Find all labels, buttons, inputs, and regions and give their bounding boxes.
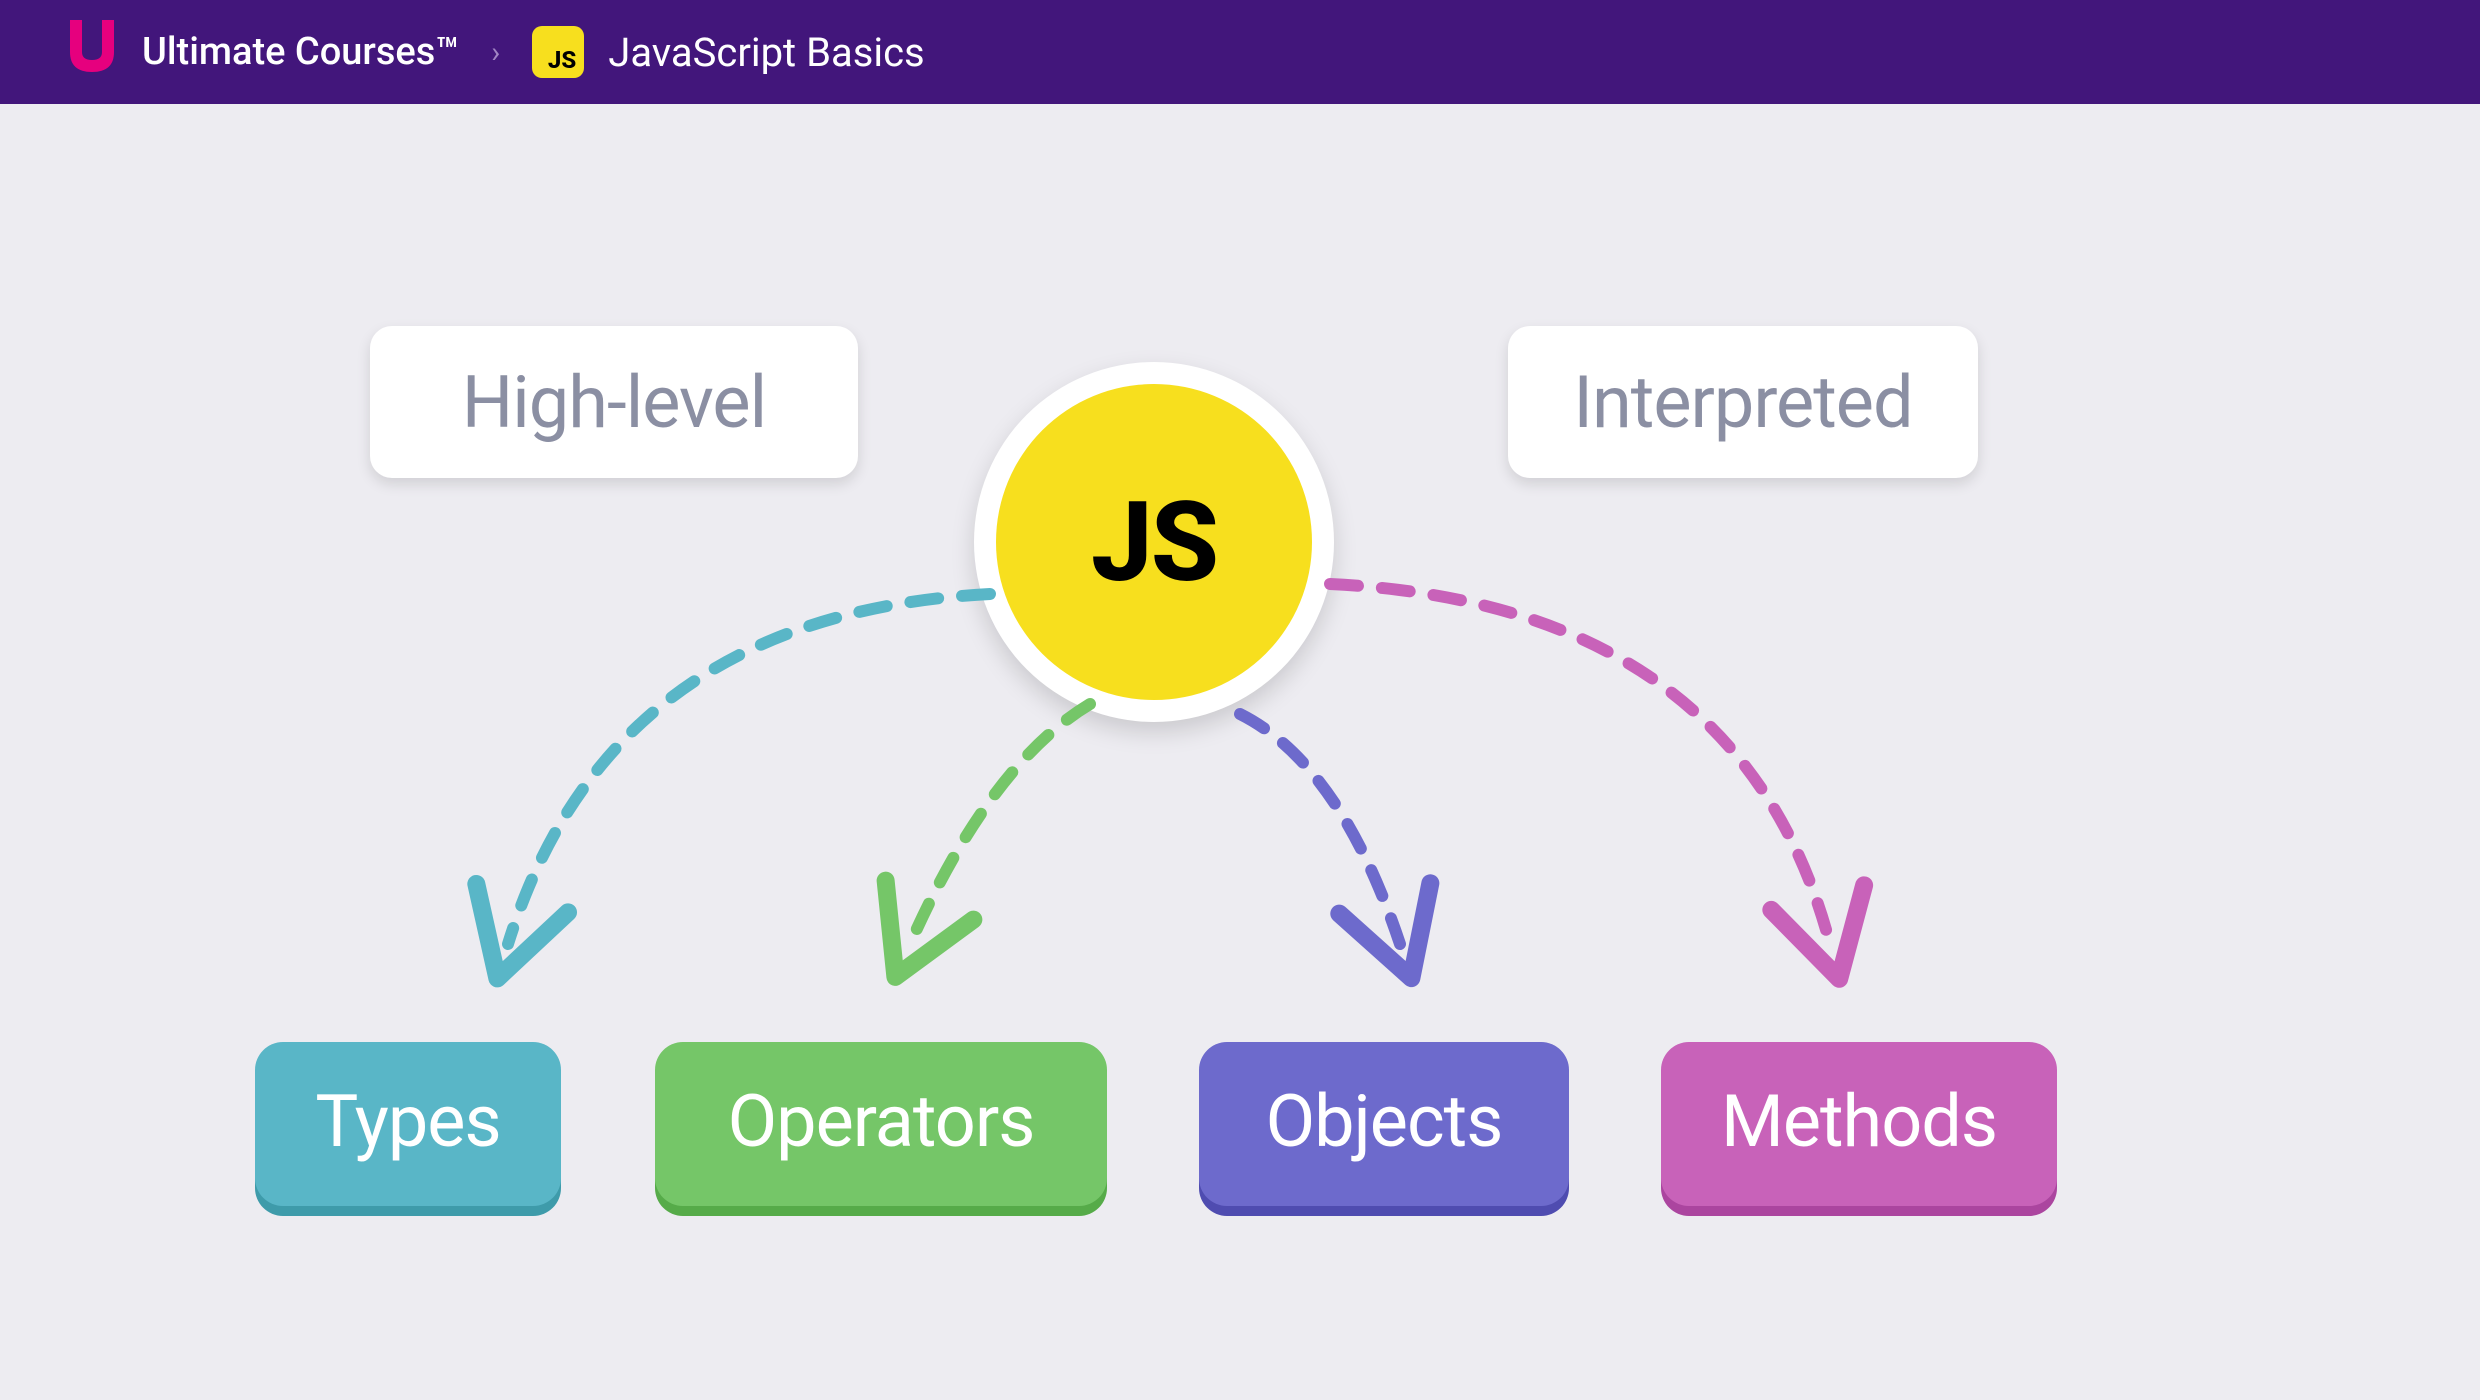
characteristic-card-high-level: High-level [370, 326, 858, 478]
category-types: Types [255, 1042, 561, 1206]
js-center-circle: JS [996, 384, 1312, 700]
characteristic-label: Interpreted [1573, 360, 1912, 445]
logo-icon [66, 18, 118, 86]
category-label: Objects [1266, 1079, 1503, 1164]
header-bar: Ultimate Courses™ › JS JavaScript Basics [0, 0, 2480, 104]
characteristic-label: High-level [462, 360, 766, 445]
arrow-methods-icon [1330, 584, 1830, 944]
category-label: Operators [728, 1079, 1035, 1164]
category-label: Types [315, 1079, 500, 1164]
breadcrumb-course-title[interactable]: JavaScript Basics [608, 29, 924, 76]
js-center-node: JS [974, 362, 1334, 722]
js-badge-label: JS [548, 48, 576, 72]
chevron-right-icon: › [491, 35, 500, 70]
arrow-types-icon [508, 594, 990, 944]
brand-name[interactable]: Ultimate Courses™ [142, 30, 459, 74]
category-operators: Operators [655, 1042, 1107, 1206]
js-center-label: JS [1091, 478, 1217, 607]
category-methods: Methods [1661, 1042, 2057, 1206]
category-objects: Objects [1199, 1042, 1569, 1206]
arrow-objects-icon [1240, 714, 1400, 944]
category-label: Methods [1721, 1079, 1997, 1164]
arrow-operators-icon [910, 704, 1090, 944]
characteristic-card-interpreted: Interpreted [1508, 326, 1978, 478]
js-badge-icon: JS [532, 26, 584, 78]
diagram-canvas: High-level Interpreted JS [0, 104, 2480, 1400]
